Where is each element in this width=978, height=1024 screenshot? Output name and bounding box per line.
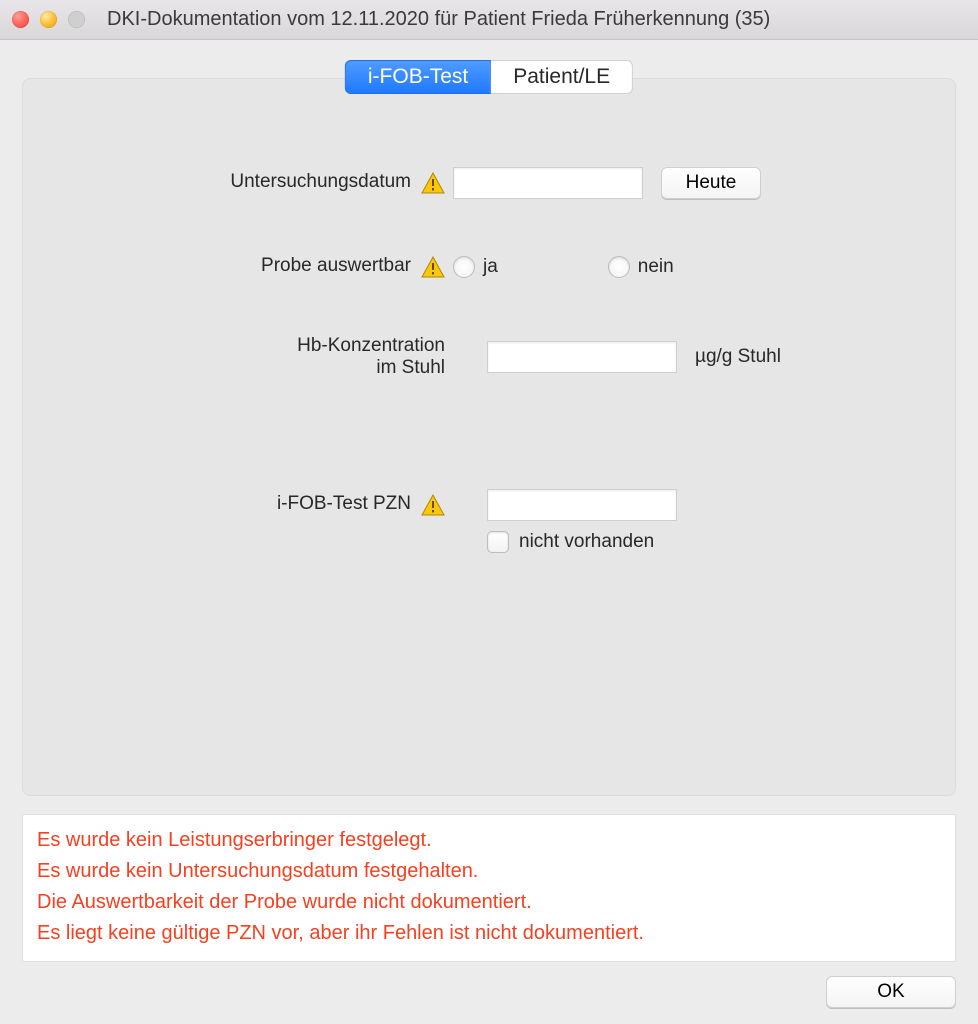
error-line: Die Auswertbarkeit der Probe wurde nicht…	[37, 887, 941, 918]
tab-pane-i-fob-test: Untersuchungsdatum Heute Probe auswertba…	[22, 78, 956, 796]
hb-unit: µg/g Stuhl	[695, 346, 781, 368]
warning-icon	[421, 493, 445, 517]
pzn-not-available-label: nicht vorhanden	[519, 531, 654, 553]
evaluable-radio-group: ja nein	[453, 256, 674, 278]
evaluable-yes-radio[interactable]	[453, 256, 475, 278]
tab-patient-le[interactable]: Patient/LE	[491, 60, 633, 94]
window-title: DKI-Dokumentation vom 12.11.2020 für Pat…	[85, 8, 966, 31]
row-evaluable: Probe auswertbar ja nein	[83, 255, 895, 279]
traffic-lights	[12, 11, 85, 28]
tabbar: i-FOB-Test Patient/LE	[345, 60, 633, 94]
warning-icon	[421, 255, 445, 279]
evaluable-no-label: nein	[638, 256, 674, 278]
warning-icon	[421, 171, 445, 195]
hb-input[interactable]	[487, 341, 677, 373]
pzn-not-available-checkbox[interactable]	[487, 531, 509, 553]
pzn-label: i-FOB-Test PZN	[277, 493, 411, 515]
evaluable-yes-label: ja	[483, 256, 498, 278]
evaluable-label: Probe auswertbar	[261, 255, 411, 277]
error-line: Es wurde kein Leistungserbringer festgel…	[37, 825, 941, 856]
row-pzn-na: nicht vorhanden	[83, 531, 895, 553]
error-line: Es liegt keine gültige PZN vor, aber ihr…	[37, 918, 941, 949]
exam-date-label: Untersuchungsdatum	[230, 171, 411, 193]
pzn-input[interactable]	[487, 489, 677, 521]
window-zoom-button[interactable]	[68, 11, 85, 28]
dialog-footer: OK	[22, 976, 956, 1008]
evaluable-no-radio[interactable]	[608, 256, 630, 278]
window-titlebar: DKI-Dokumentation vom 12.11.2020 für Pat…	[0, 0, 978, 40]
exam-date-input[interactable]	[453, 167, 643, 199]
today-button[interactable]: Heute	[661, 167, 761, 199]
error-line: Es wurde kein Untersuchungsdatum festgeh…	[37, 856, 941, 887]
row-hb: Hb-Konzentration im Stuhl µg/g Stuhl	[83, 335, 895, 379]
window-minimize-button[interactable]	[40, 11, 57, 28]
window-close-button[interactable]	[12, 11, 29, 28]
row-exam-date: Untersuchungsdatum Heute	[83, 167, 895, 199]
row-pzn: i-FOB-Test PZN	[83, 489, 895, 521]
error-panel: Es wurde kein Leistungserbringer festgel…	[22, 814, 956, 962]
tab-i-fob-test[interactable]: i-FOB-Test	[345, 60, 491, 94]
ok-button[interactable]: OK	[826, 976, 956, 1008]
hb-label: Hb-Konzentration im Stuhl	[297, 335, 445, 379]
